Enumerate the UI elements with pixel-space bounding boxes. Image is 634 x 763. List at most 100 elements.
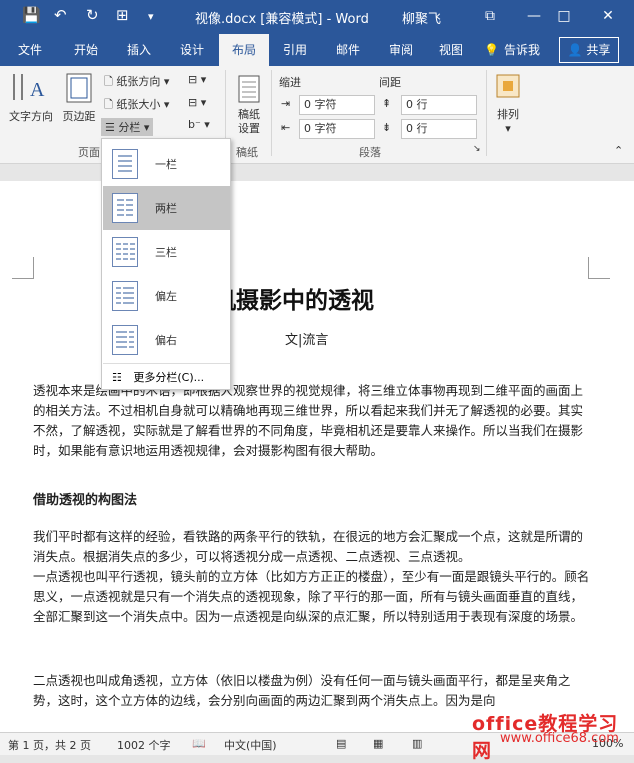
columns-option-one[interactable]: 一栏 bbox=[103, 142, 230, 186]
hyphenation-button[interactable]: b⁻ ▾ bbox=[188, 118, 210, 131]
watermark-url: www.office68.com bbox=[500, 731, 619, 746]
space-after-input[interactable]: 0 行 bbox=[401, 119, 477, 139]
maximize-button[interactable]: □ bbox=[549, 4, 579, 28]
indent-left-icon: ⇥ bbox=[281, 97, 291, 110]
columns-button[interactable]: ☰ 分栏 ▾ bbox=[101, 118, 154, 136]
body-paragraph: 二点透视也叫成角透视，立方体（依旧以楼盘为例）没有任何一面与镜头画面平行，都是呈… bbox=[33, 673, 571, 708]
svg-text:A: A bbox=[30, 79, 45, 101]
columns-option-label: 两栏 bbox=[155, 202, 177, 215]
arrange-button[interactable]: 排列 ▾ bbox=[491, 72, 525, 138]
tell-me[interactable]: 告诉我 bbox=[500, 34, 544, 66]
tab-file[interactable]: 文件 bbox=[10, 34, 50, 66]
margin-mark bbox=[588, 257, 610, 279]
tab-home[interactable]: 开始 bbox=[66, 34, 106, 66]
right-column-icon bbox=[112, 325, 138, 355]
manuscript-label: 稿纸 设置 bbox=[238, 108, 260, 135]
left-column-icon bbox=[112, 281, 138, 311]
lightbulb-icon: 💡 bbox=[484, 43, 499, 57]
document-author: 文|流言 bbox=[285, 333, 329, 348]
dialog-launcher-icon[interactable]: ↘ bbox=[473, 144, 481, 154]
ribbon: A 文字方向 页边距 🗋 纸张方向 ▾ 🗋 纸张大小 ▾ ☰ 分栏 ▾ ⊟ ▾ … bbox=[0, 66, 634, 164]
divider bbox=[271, 70, 272, 156]
body-paragraph: 透视本来是绘画中的术语，即根据人观察世界的视觉规律，将三维立体事物再现到二维平面… bbox=[33, 383, 584, 458]
manuscript-button[interactable]: 稿纸 设置 bbox=[230, 74, 268, 140]
tab-mailings[interactable]: 邮件 bbox=[328, 34, 368, 66]
columns-option-label: 偏右 bbox=[155, 334, 177, 347]
orientation-button[interactable]: 🗋 纸张方向 ▾ bbox=[104, 73, 169, 92]
size-icon: 🗋 bbox=[104, 98, 113, 111]
ribbon-display-icon[interactable]: ⧉ bbox=[475, 4, 505, 28]
indent-label: 缩进 bbox=[279, 76, 301, 89]
columns-dropdown: 一栏 两栏 三栏 偏左 偏右 ☷ 更多分栏(C)... bbox=[101, 138, 231, 390]
line-numbers-button[interactable]: ⊟ ▾ bbox=[188, 96, 206, 109]
tab-insert[interactable]: 插入 bbox=[119, 34, 159, 66]
indent-right-input[interactable]: 0 字符 bbox=[299, 119, 375, 139]
margin-mark bbox=[12, 257, 34, 279]
page-count[interactable]: 第 1 页，共 2 页 bbox=[8, 737, 91, 753]
undo-icon[interactable]: ↶ bbox=[54, 6, 67, 24]
columns-option-left[interactable]: 偏左 bbox=[103, 274, 230, 318]
word-count[interactable]: 1002 个字 bbox=[117, 737, 171, 753]
document-area: 机摄影中的透视 文|流言 透视本来是绘画中的术语，即根据人观察世界的视觉规律，将… bbox=[0, 165, 634, 732]
divider bbox=[486, 70, 487, 156]
web-layout-icon[interactable]: ▥ bbox=[412, 737, 422, 750]
orientation-icon: 🗋 bbox=[104, 75, 113, 88]
more-columns-icon: ☷ bbox=[112, 371, 122, 384]
tab-view[interactable]: 视图 bbox=[431, 34, 471, 66]
columns-option-two[interactable]: 两栏 bbox=[103, 186, 230, 230]
ribbon-tabs: 文件 开始 插入 设计 布局 引用 邮件 审阅 视图 💡 告诉我 👤 共享 bbox=[0, 34, 634, 66]
document-title: 机摄影中的透视 bbox=[213, 288, 374, 314]
share-button[interactable]: 👤 共享 bbox=[559, 37, 619, 63]
columns-label: 分栏 bbox=[118, 121, 141, 134]
language[interactable]: 中文(中国) bbox=[224, 737, 277, 753]
read-mode-icon[interactable]: ▤ bbox=[336, 737, 346, 750]
share-label: 共享 bbox=[586, 43, 611, 57]
space-after-icon: ⇟ bbox=[382, 121, 392, 134]
indent-left-input[interactable]: 0 字符 bbox=[299, 95, 375, 115]
columns-option-label: 一栏 bbox=[155, 158, 177, 171]
section-heading: 借助透视的构图法 bbox=[33, 493, 138, 508]
save-icon[interactable]: 💾 bbox=[22, 6, 41, 24]
spacing-label: 间距 bbox=[379, 76, 401, 89]
columns-option-label: 偏左 bbox=[155, 290, 177, 303]
qat-more-icon[interactable]: ▾ bbox=[148, 10, 154, 23]
print-layout-icon[interactable]: ▦ bbox=[373, 737, 383, 750]
columns-option-label: 三栏 bbox=[155, 246, 177, 259]
three-columns-icon bbox=[112, 237, 138, 267]
manuscript-group-label: 稿纸 bbox=[236, 146, 258, 159]
columns-option-right[interactable]: 偏右 bbox=[103, 318, 230, 362]
manuscript-icon bbox=[238, 75, 260, 103]
proofing-icon[interactable]: 📖 bbox=[192, 737, 206, 750]
margins-button[interactable]: 页边距 bbox=[58, 70, 100, 126]
page-setup-group-label: 页面 bbox=[78, 146, 100, 159]
tab-design[interactable]: 设计 bbox=[172, 34, 212, 66]
tab-references[interactable]: 引用 bbox=[275, 34, 315, 66]
arrange-label: 排列 bbox=[497, 108, 519, 121]
arrange-icon bbox=[496, 74, 520, 98]
more-columns-item[interactable]: ☷ 更多分栏(C)... bbox=[112, 369, 204, 385]
menu-divider bbox=[103, 363, 230, 364]
more-columns-label: 更多分栏(C)... bbox=[133, 371, 205, 384]
text-direction-label: 文字方向 bbox=[9, 110, 53, 123]
breaks-button[interactable]: ⊟ ▾ bbox=[188, 73, 206, 86]
collapse-ribbon-icon[interactable]: ⌃ bbox=[614, 144, 623, 157]
tab-review[interactable]: 审阅 bbox=[381, 34, 421, 66]
text-direction-icon: A bbox=[13, 74, 45, 101]
orientation-label: 纸张方向 bbox=[116, 75, 161, 88]
text-direction-button[interactable]: A 文字方向 bbox=[4, 70, 58, 126]
tab-layout[interactable]: 布局 bbox=[219, 34, 269, 66]
document-page[interactable]: 机摄影中的透视 文|流言 透视本来是绘画中的术语，即根据人观察世界的视觉规律，将… bbox=[0, 181, 634, 732]
redo-icon[interactable]: ↻ bbox=[86, 6, 99, 24]
layout-icon[interactable]: ⊞ bbox=[116, 6, 129, 24]
size-button[interactable]: 🗋 纸张大小 ▾ bbox=[104, 96, 169, 115]
window-title: 视像.docx [兼容模式] - Word bbox=[195, 12, 369, 27]
margins-label: 页边距 bbox=[62, 110, 96, 123]
space-before-input[interactable]: 0 行 bbox=[401, 95, 477, 115]
minimize-button[interactable]: — bbox=[519, 4, 549, 28]
columns-option-three[interactable]: 三栏 bbox=[103, 230, 230, 274]
indent-right-icon: ⇤ bbox=[281, 121, 291, 134]
title-bar: 💾 ↶ ↻ ⊞ ▾ 视像.docx [兼容模式] - Word 柳聚飞 ⧉ — … bbox=[0, 0, 634, 34]
two-columns-icon bbox=[112, 193, 138, 223]
close-button[interactable]: ✕ bbox=[593, 4, 623, 28]
user-name[interactable]: 柳聚飞 bbox=[402, 8, 441, 27]
